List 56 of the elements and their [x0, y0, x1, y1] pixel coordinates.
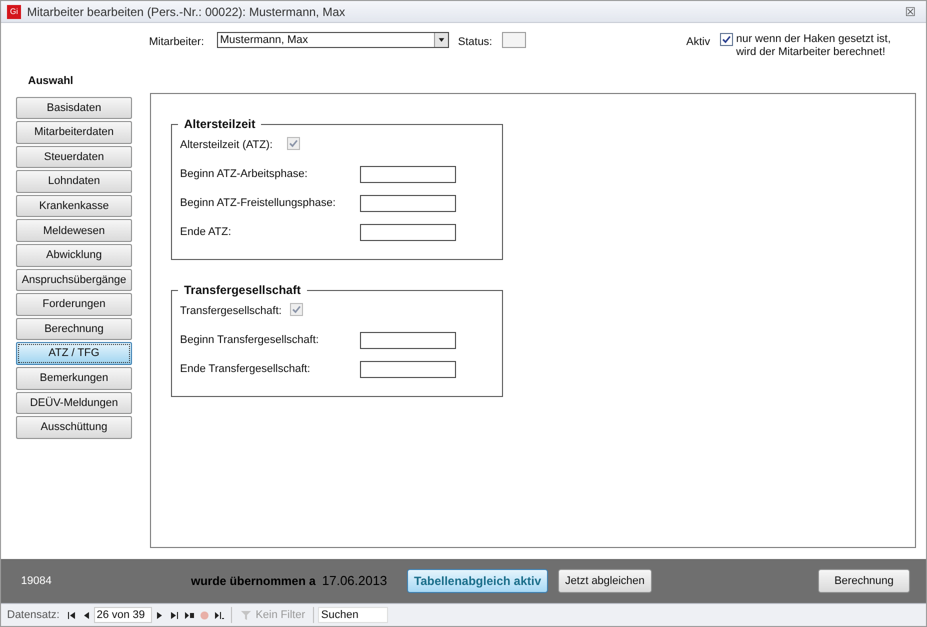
- group-title: Transfergesellschaft: [178, 282, 307, 298]
- window-title: Mitarbeiter bearbeiten (Pers.-Nr.: 00022): Mustermann, Max: [27, 4, 346, 20]
- previous-record-icon[interactable]: [82, 610, 91, 620]
- sidebar-button[interactable]: Berechnung: [16, 318, 132, 340]
- sidebar-button[interactable]: Ausschüttung: [16, 416, 132, 439]
- new-record-icon[interactable]: [184, 610, 194, 620]
- sync-button[interactable]: Tabellenabgleich aktiv: [407, 569, 548, 593]
- calculate-button[interactable]: Berechnung: [818, 569, 910, 593]
- sidebar-button[interactable]: Forderungen: [16, 293, 132, 316]
- record-number: 19084: [21, 574, 53, 589]
- active-hint: nur wenn der Haken gesetzt ist, wird der Mitarbeiter berechnet!: [736, 33, 891, 59]
- record-field[interactable]: 26 von 39: [94, 607, 152, 623]
- taken-over-label: wurde übernommen a: [191, 573, 317, 590]
- status-label: Status:: [458, 35, 492, 50]
- checkbox[interactable]: [286, 137, 300, 150]
- field-label: Ende ATZ:: [180, 225, 232, 240]
- field-label: Beginn ATZ-Arbeitsphase:: [180, 167, 309, 182]
- sync-button[interactable]: Jetzt abgleichen: [558, 569, 652, 593]
- active-label: Aktiv: [686, 35, 710, 50]
- sidebar-button[interactable]: ATZ / TFG: [16, 342, 132, 366]
- field-label: Beginn Transfergesellschaft:: [180, 333, 320, 348]
- next-record-icon[interactable]: [154, 610, 164, 620]
- sidebar-button[interactable]: Krankenkasse: [16, 194, 132, 218]
- date-field[interactable]: [360, 361, 456, 378]
- first-record-icon[interactable]: [66, 610, 76, 620]
- date-field[interactable]: [360, 195, 456, 212]
- app-logo: Gi: [7, 4, 21, 18]
- date-text: 17.06.2013: [322, 572, 388, 590]
- field-label: Altersteilzeit (ATZ):: [180, 138, 273, 154]
- last-record-icon[interactable]: [170, 610, 179, 620]
- sidebar-button[interactable]: Abwicklung: [16, 244, 132, 267]
- sidebar-button[interactable]: Meldewesen: [16, 219, 132, 242]
- field-label: Ende Transfergesellschaft:: [180, 362, 312, 378]
- sidebar-button[interactable]: DEÜV-Meldungen: [16, 392, 132, 414]
- sidebar-button[interactable]: Mitarbeiterdaten: [16, 121, 132, 144]
- sidebar-button[interactable]: Steuerdaten: [16, 146, 132, 168]
- sidebar-button[interactable]: Basisdaten: [16, 96, 132, 120]
- jump-end-icon[interactable]: [214, 610, 224, 620]
- checkbox[interactable]: [290, 303, 303, 316]
- sidebar-button[interactable]: Anspruchsübergänge: [16, 268, 132, 292]
- date-field[interactable]: [360, 166, 456, 183]
- search-field[interactable]: Suchen: [318, 607, 388, 623]
- sidebar-button[interactable]: Bemerkungen: [16, 367, 132, 390]
- field-label: Beginn ATZ-Freistellungsphase:: [180, 196, 337, 212]
- checkbox[interactable]: [720, 33, 734, 46]
- field-label: Transfergesellschaft:: [180, 304, 282, 320]
- sidebar-button[interactable]: Lohndaten: [16, 170, 132, 193]
- employee-label: Mitarbeiter:: [149, 35, 206, 50]
- employee-dropdown[interactable]: Mustermann, Max: [217, 32, 449, 48]
- record-label: Datensatz:: [7, 608, 60, 623]
- date-field[interactable]: [360, 224, 456, 241]
- sidebar-title: Auswahl: [28, 74, 74, 89]
- filter-icon: [240, 610, 252, 620]
- date-field[interactable]: [360, 332, 456, 349]
- close-button[interactable]: ☒: [905, 2, 916, 20]
- status-field: [502, 32, 526, 48]
